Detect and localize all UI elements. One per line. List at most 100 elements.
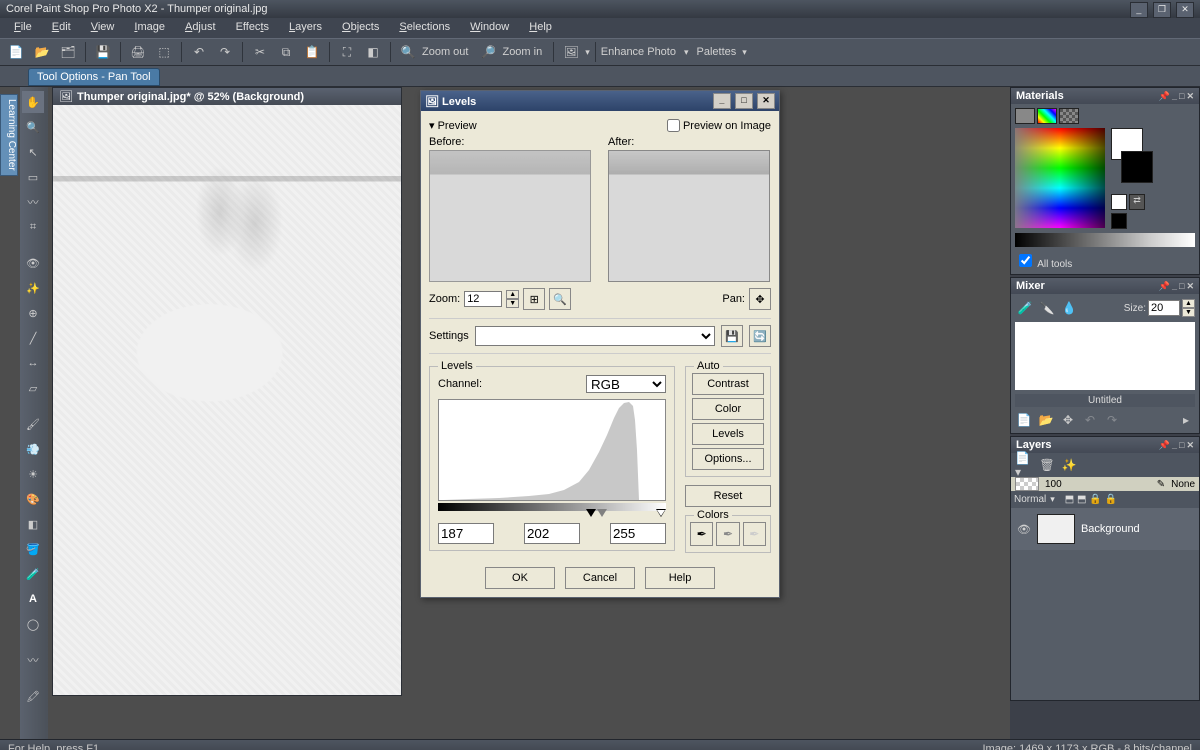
settings-select[interactable]: [475, 326, 715, 346]
zoom-out-label[interactable]: Zoom out: [422, 46, 468, 58]
auto-color-button[interactable]: Color: [692, 398, 764, 420]
dialog-minimize-button[interactable]: _: [713, 93, 731, 109]
preview-toggle[interactable]: ▾ Preview: [429, 119, 477, 132]
visibility-icon[interactable]: 👁: [1017, 523, 1031, 536]
mixer-canvas[interactable]: [1015, 322, 1195, 390]
new-icon[interactable]: 📄: [4, 40, 28, 64]
menu-file[interactable]: File: [4, 18, 42, 38]
material-tab-frame[interactable]: [1015, 108, 1035, 124]
mixer-remix-icon[interactable]: ↷: [1103, 411, 1121, 429]
before-preview[interactable]: [429, 150, 591, 282]
text-tool-icon[interactable]: A: [22, 588, 44, 610]
menu-objects[interactable]: Objects: [332, 18, 389, 38]
zoom-spin-up[interactable]: ▲: [506, 290, 519, 299]
close-button[interactable]: ✕: [1176, 2, 1194, 18]
black-dropper-icon[interactable]: ✒: [690, 522, 713, 546]
menu-help[interactable]: Help: [519, 18, 562, 38]
swap-colors-icon[interactable]: ⇄: [1129, 194, 1145, 210]
paintbrush-icon[interactable]: 🖌: [22, 413, 44, 435]
mixer-new-icon[interactable]: 📄: [1015, 411, 1033, 429]
new-layer-icon[interactable]: 📄▾: [1014, 456, 1034, 474]
black-point-slider[interactable]: [586, 509, 596, 517]
zoom-input[interactable]: [464, 291, 502, 307]
mixer-size-input[interactable]: [1148, 300, 1180, 316]
palettes-menu[interactable]: Palettes: [697, 46, 737, 58]
menu-adjust[interactable]: Adjust: [175, 18, 226, 38]
delete-layer-icon[interactable]: 🗑: [1038, 456, 1056, 474]
menu-window[interactable]: Window: [460, 18, 519, 38]
menu-view[interactable]: View: [81, 18, 125, 38]
fit-window-button[interactable]: ⊞: [523, 288, 545, 310]
tool-options-tab[interactable]: Tool Options - Pan Tool: [28, 68, 160, 86]
zoom-spin-down[interactable]: ▼: [506, 299, 519, 308]
color-replacer-icon[interactable]: 🎨: [22, 488, 44, 510]
mixer-dropper-icon[interactable]: 💧: [1059, 298, 1079, 318]
straighten-tool-icon[interactable]: ↔: [22, 352, 44, 374]
background-swatch[interactable]: [1121, 151, 1153, 183]
menu-effects[interactable]: Effects: [226, 18, 279, 38]
redeye-tool-icon[interactable]: 👁: [22, 252, 44, 274]
pan-tool-icon[interactable]: ✋: [22, 91, 44, 113]
material-tab-swatches[interactable]: [1059, 108, 1079, 124]
panel-max-icon[interactable]: □: [1179, 91, 1184, 101]
minimize-button[interactable]: _: [1130, 2, 1148, 18]
learning-center-tab[interactable]: Learning Center: [0, 94, 18, 176]
bg-style-swatch[interactable]: [1111, 213, 1127, 229]
save-preset-button[interactable]: 💾: [721, 325, 743, 347]
organizer-icon[interactable]: 🗂: [56, 40, 80, 64]
zoomin-icon[interactable]: 🔎: [476, 40, 500, 64]
after-preview[interactable]: [608, 150, 770, 282]
panel-pin-icon[interactable]: 📌: [1159, 91, 1170, 101]
mixer-open-icon[interactable]: 📂: [1037, 411, 1055, 429]
blend-mode-select[interactable]: Normal: [1014, 494, 1046, 505]
mixer-unmix-icon[interactable]: ↶: [1081, 411, 1099, 429]
menu-layers[interactable]: Layers: [279, 18, 332, 38]
panel-min-icon[interactable]: _: [1172, 91, 1177, 101]
auto-contrast-button[interactable]: Contrast: [692, 373, 764, 395]
opacity-track[interactable]: [1015, 477, 1039, 491]
help-button[interactable]: Help: [645, 567, 715, 589]
high-input[interactable]: [610, 523, 666, 544]
resize-icon[interactable]: ◧: [361, 40, 385, 64]
scratch-tool-icon[interactable]: ╱: [22, 327, 44, 349]
dialog-maximize-button[interactable]: □: [735, 93, 753, 109]
reset-button[interactable]: Reset: [685, 485, 771, 507]
mixer-menu-icon[interactable]: ▸: [1177, 411, 1195, 429]
enhance-photo-menu[interactable]: Enhance Photo: [601, 46, 676, 58]
layer-fx-icon[interactable]: ✨: [1060, 456, 1078, 474]
save-icon[interactable]: 💾: [91, 40, 115, 64]
grayscale-strip[interactable]: [1015, 233, 1195, 247]
paste-icon[interactable]: 📋: [300, 40, 324, 64]
gradient-slider[interactable]: [438, 503, 666, 511]
perspective-tool-icon[interactable]: ▱: [22, 377, 44, 399]
freehand-sel-icon[interactable]: 〰: [22, 191, 44, 213]
white-point-slider[interactable]: [656, 509, 666, 517]
gray-point-slider[interactable]: [597, 509, 607, 517]
reset-preset-button[interactable]: 🔄: [749, 325, 771, 347]
open-icon[interactable]: 📂: [30, 40, 54, 64]
auto-options-button[interactable]: Options...: [692, 448, 764, 470]
gray-dropper-icon[interactable]: ✒: [716, 522, 739, 546]
clone-tool-icon[interactable]: ⊕: [22, 302, 44, 324]
zoomout-icon[interactable]: 🔍: [396, 40, 420, 64]
fg-style-swatch[interactable]: [1111, 194, 1127, 210]
lighten-tool-icon[interactable]: ☀: [22, 463, 44, 485]
warp-tool-icon[interactable]: 〰: [22, 649, 44, 671]
dialog-titlebar[interactable]: 🖼 Levels _ □ ✕: [421, 91, 779, 111]
flood-fill-icon[interactable]: 🪣: [22, 538, 44, 560]
channel-select[interactable]: RGB: [586, 375, 666, 393]
makeover-tool-icon[interactable]: ✨: [22, 277, 44, 299]
pan-button[interactable]: ✥: [749, 288, 771, 310]
express-lab-icon[interactable]: 🖼: [559, 40, 583, 64]
mid-input[interactable]: [524, 523, 580, 544]
menu-image[interactable]: Image: [124, 18, 175, 38]
layer-row-background[interactable]: 👁 Background: [1011, 508, 1199, 550]
mixer-nav-icon[interactable]: ✥: [1059, 411, 1077, 429]
color-picker[interactable]: [1015, 128, 1105, 228]
picture-tube-icon[interactable]: 🧪: [22, 563, 44, 585]
undo-icon[interactable]: ↶: [187, 40, 211, 64]
dialog-close-button[interactable]: ✕: [757, 93, 775, 109]
selection-tool-icon[interactable]: ▭: [22, 166, 44, 188]
all-tools-checkbox[interactable]: [1019, 254, 1032, 267]
white-dropper-icon[interactable]: ✒: [743, 522, 766, 546]
